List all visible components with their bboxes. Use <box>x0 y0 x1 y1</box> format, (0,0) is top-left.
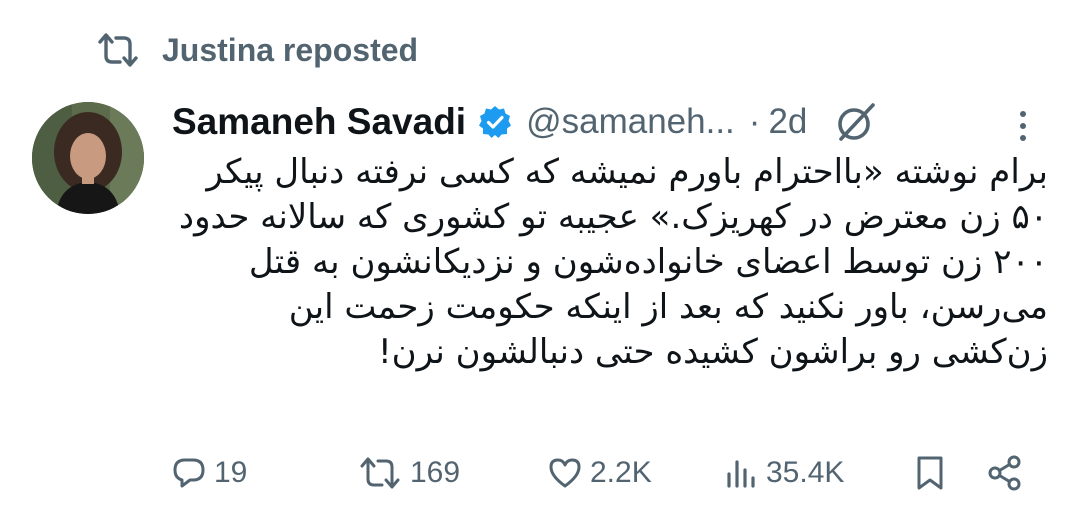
repost-count: 169 <box>410 456 461 489</box>
like-button[interactable]: 2.2K <box>548 448 652 498</box>
grok-icon[interactable] <box>833 99 879 145</box>
author-handle[interactable]: @samaneh... <box>526 102 735 142</box>
repost-icon <box>96 32 140 68</box>
views-chart-icon <box>724 456 758 490</box>
reply-count: 19 <box>214 456 248 489</box>
repost-label[interactable]: Justina reposted <box>162 32 418 69</box>
like-count: 2.2K <box>590 456 652 489</box>
tweet-actions: 19 169 2.2K 35.4K <box>172 448 1030 498</box>
reply-button[interactable]: 19 <box>172 448 247 498</box>
share-button[interactable] <box>986 448 1024 498</box>
bookmark-icon <box>914 455 946 491</box>
reply-icon <box>172 456 206 490</box>
views-button[interactable]: 35.4K <box>724 448 844 498</box>
views-count: 35.4K <box>766 456 845 489</box>
repost-action-icon <box>358 456 402 490</box>
more-options-icon[interactable] <box>1013 104 1033 148</box>
tweet-text: برام نوشته «بااحترام باورم نمیشه که کسی … <box>178 152 1048 372</box>
repost-header: Justina reposted <box>96 28 418 72</box>
avatar[interactable] <box>32 102 144 214</box>
share-icon <box>986 454 1024 492</box>
tweet-header: Samaneh Savadi @samaneh... · 2d <box>172 96 1052 148</box>
tweet-timestamp[interactable]: 2d <box>768 102 807 142</box>
bookmark-button[interactable] <box>914 448 946 498</box>
repost-button[interactable]: 169 <box>358 448 460 498</box>
verified-badge-icon <box>478 105 512 139</box>
author-display-name[interactable]: Samaneh Savadi <box>172 101 466 143</box>
separator-dot: · <box>748 102 761 141</box>
heart-icon <box>548 456 582 490</box>
